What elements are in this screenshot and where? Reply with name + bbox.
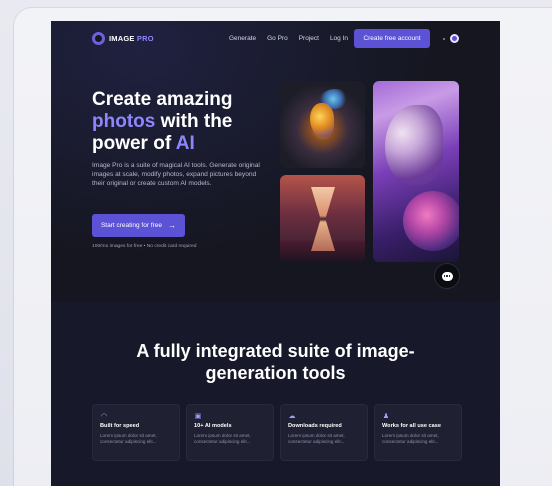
feature-title: Built for speed [100, 423, 140, 429]
speedometer-icon: ◠ [100, 413, 108, 420]
hourglass-artwork-image [280, 175, 365, 262]
robot-icon: ▣ [194, 413, 202, 420]
hero-description: Image Pro is a suite of magical AI tools… [92, 162, 260, 187]
feature-card-use-cases: ♟ Works for all use case Lorem ipsum dol… [374, 404, 462, 461]
nav-link-generate[interactable]: Generate [229, 35, 256, 42]
arrow-right-icon: → [168, 221, 177, 230]
feature-title: 10+ AI models [194, 423, 232, 429]
feature-body: Lorem ipsum dolor sit amet, consectetur … [288, 433, 345, 444]
horse-artwork-image [373, 81, 459, 262]
create-account-button[interactable]: Create free account [354, 29, 430, 48]
user-icon: ♟ [382, 413, 390, 420]
feature-body: Lorem ipsum dolor sit amet, consectetur … [382, 433, 439, 444]
feature-title: Downloads required [288, 423, 342, 429]
nav-link-go-pro[interactable]: Go Pro [267, 35, 288, 42]
chat-button[interactable] [434, 263, 460, 289]
feature-body: Lorem ipsum dolor sit amet, consectetur … [100, 433, 157, 444]
nav-link-login[interactable]: Log In [330, 35, 348, 42]
feature-card-downloads: ☁ Downloads required Lorem ipsum dolor s… [280, 404, 368, 461]
logo-icon [92, 32, 105, 45]
logo-text: IMAGE PRO [109, 34, 154, 43]
separator-dot [443, 38, 445, 40]
cloud-download-icon: ☁ [288, 413, 296, 420]
logo[interactable]: IMAGE PRO [92, 32, 154, 45]
top-nav: IMAGE PRO Generate Go Pro Project Log In… [51, 21, 500, 57]
start-creating-button[interactable]: Start creating for free → [92, 214, 185, 237]
hero-headline: Create amazing photos with the power of … [92, 89, 233, 154]
feature-title: Works for all use case [382, 423, 441, 429]
feature-card-speed: ◠ Built for speed Lorem ipsum dolor sit … [92, 404, 180, 461]
feature-body: Lorem ipsum dolor sit amet, consectetur … [194, 433, 251, 444]
section-title: A fully integrated suite of image- gener… [136, 341, 415, 383]
feature-card-models: ▣ 10+ AI models Lorem ipsum dolor sit am… [186, 404, 274, 461]
nav-link-project[interactable]: Project [299, 35, 319, 42]
chat-bubble-icon [441, 271, 453, 281]
nav-links: Generate Go Pro Project Log In [229, 35, 359, 42]
theme-toggle-button[interactable] [450, 34, 459, 43]
website-screen: IMAGE PRO Generate Go Pro Project Log In… [51, 21, 500, 486]
hero-fine-print: 100/mo images for free • No credit card … [92, 244, 197, 249]
start-creating-label: Start creating for free [100, 222, 163, 229]
moon-icon [452, 36, 457, 41]
fish-artwork-image [280, 81, 365, 168]
feature-cards: ◠ Built for speed Lorem ipsum dolor sit … [92, 404, 462, 461]
